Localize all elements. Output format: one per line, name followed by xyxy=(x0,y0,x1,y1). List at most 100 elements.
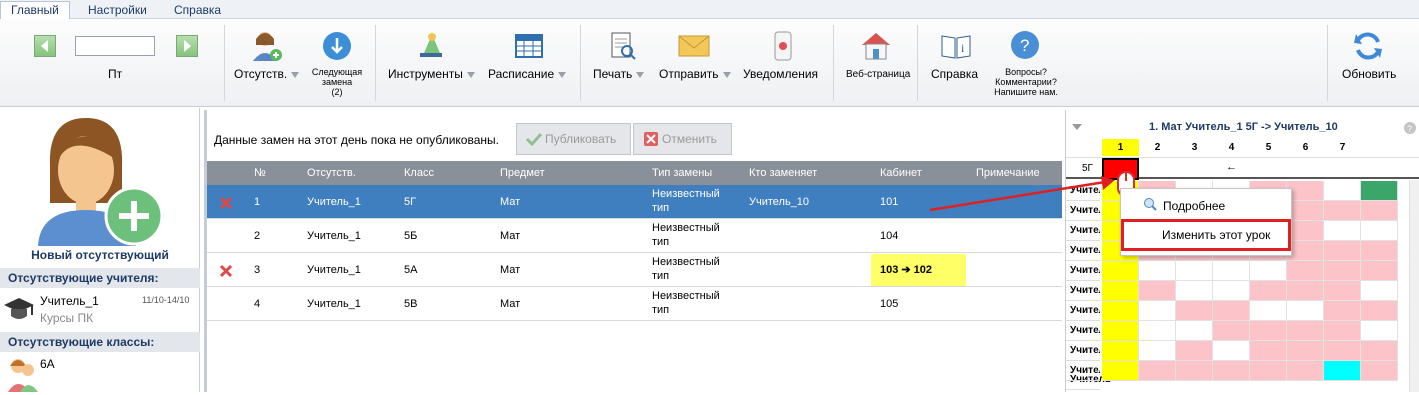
grid-cell[interactable] xyxy=(1324,221,1361,241)
help-small-icon[interactable]: ? xyxy=(1404,122,1416,134)
grid-cell[interactable] xyxy=(1250,321,1287,341)
cancel-button[interactable]: Отменить xyxy=(633,123,732,155)
grid-cell[interactable] xyxy=(1139,341,1176,361)
grid-cell[interactable] xyxy=(1324,201,1361,221)
next-substitution-button[interactable]: Следующая замена (2) xyxy=(306,67,368,97)
grid-cell[interactable] xyxy=(1324,241,1361,261)
tab-settings[interactable]: Настройки xyxy=(78,2,157,19)
grid-cell[interactable] xyxy=(1287,221,1324,241)
grid-cell[interactable] xyxy=(1361,341,1398,361)
absent-button[interactable]: Отсутств. xyxy=(234,67,300,81)
table-row[interactable]: 3 Учитель_1 5А Мат Неизвестный тип 103 ➔ … xyxy=(207,253,1062,287)
grid-cell[interactable] xyxy=(1213,281,1250,301)
date-input[interactable] xyxy=(75,36,155,56)
vertical-scrollbar[interactable] xyxy=(1409,180,1419,392)
grid-cell[interactable] xyxy=(1361,321,1398,341)
grid-cell[interactable] xyxy=(1250,261,1287,281)
grid-cell[interactable] xyxy=(1361,261,1398,281)
next-substitution-icon xyxy=(322,31,352,64)
grid-cell[interactable] xyxy=(1324,361,1361,381)
grid-cell[interactable] xyxy=(1361,221,1398,241)
print-button[interactable]: Печать xyxy=(593,67,645,81)
grid-cell[interactable] xyxy=(1213,261,1250,281)
grid-cell[interactable] xyxy=(1287,261,1324,281)
grid-cell[interactable] xyxy=(1361,281,1398,301)
grid-cell[interactable] xyxy=(1324,281,1361,301)
grid-cell[interactable] xyxy=(1361,181,1398,201)
grid-cell[interactable] xyxy=(1213,301,1250,321)
delete-x-icon[interactable] xyxy=(219,264,233,278)
tools-button[interactable]: Инструменты xyxy=(388,67,475,81)
grid-cell[interactable] xyxy=(1324,341,1361,361)
grid-cell[interactable] xyxy=(1287,201,1324,221)
grid-cell[interactable] xyxy=(1176,321,1213,341)
send-button[interactable]: Отправить xyxy=(659,67,731,81)
cell-absent: Учитель_1 xyxy=(307,298,361,310)
grid-cell[interactable] xyxy=(1324,261,1361,281)
grid-cell[interactable] xyxy=(1250,281,1287,301)
chevron-down-icon xyxy=(291,71,300,78)
notifications-button[interactable]: Уведомления xyxy=(743,67,818,81)
next-day-button[interactable] xyxy=(176,35,198,57)
grid-cell[interactable] xyxy=(1139,301,1176,321)
grid-cell[interactable] xyxy=(1102,261,1139,281)
grid-cell[interactable] xyxy=(1361,241,1398,261)
prev-day-button[interactable] xyxy=(34,35,56,57)
grid-cell[interactable] xyxy=(1250,301,1287,321)
new-absent-avatar-icon[interactable] xyxy=(32,118,166,251)
menu-item-details[interactable]: Подробнее xyxy=(1121,195,1291,215)
web-page-button[interactable]: Веб-страница xyxy=(846,69,910,80)
schedule-button[interactable]: Расписание xyxy=(488,67,567,81)
grid-cell[interactable] xyxy=(1324,181,1361,201)
teacher-name: Учитель_1 xyxy=(40,294,99,308)
menu-item-change-lesson[interactable]: Изменить этот урок xyxy=(1121,219,1291,251)
grid-cell[interactable] xyxy=(1213,341,1250,361)
grid-cell[interactable] xyxy=(1287,281,1324,301)
grid-cell[interactable] xyxy=(1176,341,1213,361)
grid-cell[interactable] xyxy=(1176,261,1213,281)
grid-cell[interactable] xyxy=(1324,301,1361,321)
tab-main[interactable]: Главный xyxy=(0,1,70,20)
grid-cell[interactable] xyxy=(1287,301,1324,321)
grid-cell[interactable] xyxy=(1139,281,1176,301)
svg-text:?: ? xyxy=(1020,36,1029,55)
tab-help[interactable]: Справка xyxy=(164,2,231,19)
grid-cell[interactable] xyxy=(1287,321,1324,341)
grid-cell[interactable] xyxy=(1361,201,1398,221)
grid-cell[interactable] xyxy=(1139,321,1176,341)
grid-cell[interactable] xyxy=(1176,301,1213,321)
grid-cell[interactable] xyxy=(1176,361,1213,381)
grid-cell[interactable] xyxy=(1287,181,1324,201)
grid-cell[interactable] xyxy=(1102,281,1139,301)
grid-cell[interactable] xyxy=(1139,261,1176,281)
help-button[interactable]: Справка xyxy=(931,67,978,81)
grid-cell[interactable] xyxy=(1324,321,1361,341)
table-row[interactable]: 2 Учитель_1 5Б Мат Неизвестный тип 104 xyxy=(207,219,1062,253)
grid-cell[interactable] xyxy=(1139,361,1176,381)
delete-x-icon[interactable] xyxy=(219,196,233,210)
feedback-button[interactable]: Вопросы? Комментарии? Напишите нам. xyxy=(988,67,1064,97)
publish-button[interactable]: Публиковать xyxy=(516,123,631,155)
cell-number: 3 xyxy=(254,264,261,276)
grid-cell[interactable] xyxy=(1287,361,1324,381)
grid-cell[interactable] xyxy=(1361,301,1398,321)
grid-cell[interactable] xyxy=(1102,301,1139,321)
absent-teacher-item[interactable]: Учитель_1 11/10-14/10 Курсы ПК xyxy=(0,290,200,332)
grid-cell[interactable] xyxy=(1287,341,1324,361)
refresh-button[interactable]: Обновить xyxy=(1342,67,1396,81)
grid-cell[interactable] xyxy=(1250,361,1287,381)
grid-cell[interactable] xyxy=(1102,321,1139,341)
graduation-cap-icon xyxy=(4,294,34,329)
grid-cell[interactable] xyxy=(1102,341,1139,361)
grid-cell[interactable] xyxy=(1287,241,1324,261)
table-row[interactable]: 4 Учитель_1 5В Мат Неизвестный тип 105 xyxy=(207,287,1062,321)
new-absent-label[interactable]: Новый отсутствующий xyxy=(0,248,200,262)
grid-cell[interactable] xyxy=(1213,321,1250,341)
grid-cell[interactable] xyxy=(1176,281,1213,301)
grid-cell[interactable] xyxy=(1361,361,1398,381)
absent-class-item[interactable]: 6А xyxy=(0,354,200,392)
grid-cell[interactable] xyxy=(1250,341,1287,361)
grid-cell[interactable] xyxy=(1102,361,1139,381)
collapse-icon[interactable] xyxy=(1072,124,1082,132)
grid-cell[interactable] xyxy=(1213,361,1250,381)
